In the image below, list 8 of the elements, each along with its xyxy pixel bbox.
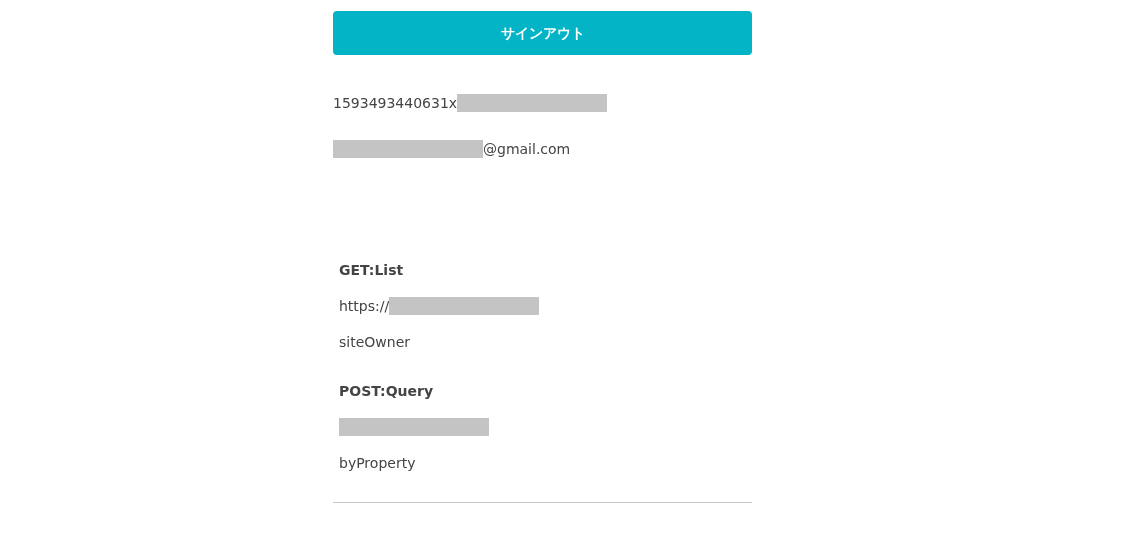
endpoint-text: https:// — [339, 296, 390, 316]
sign-out-button[interactable]: サインアウト — [333, 11, 752, 55]
endpoint-title: POST:Query — [339, 382, 435, 401]
account-text: 1593493440631x — [333, 93, 458, 113]
account-text: @gmail.com — [483, 139, 571, 159]
endpoint-text: byProperty — [339, 453, 416, 473]
endpoint-text: siteOwner — [339, 332, 410, 352]
endpoint-title: GET:List — [339, 261, 405, 280]
